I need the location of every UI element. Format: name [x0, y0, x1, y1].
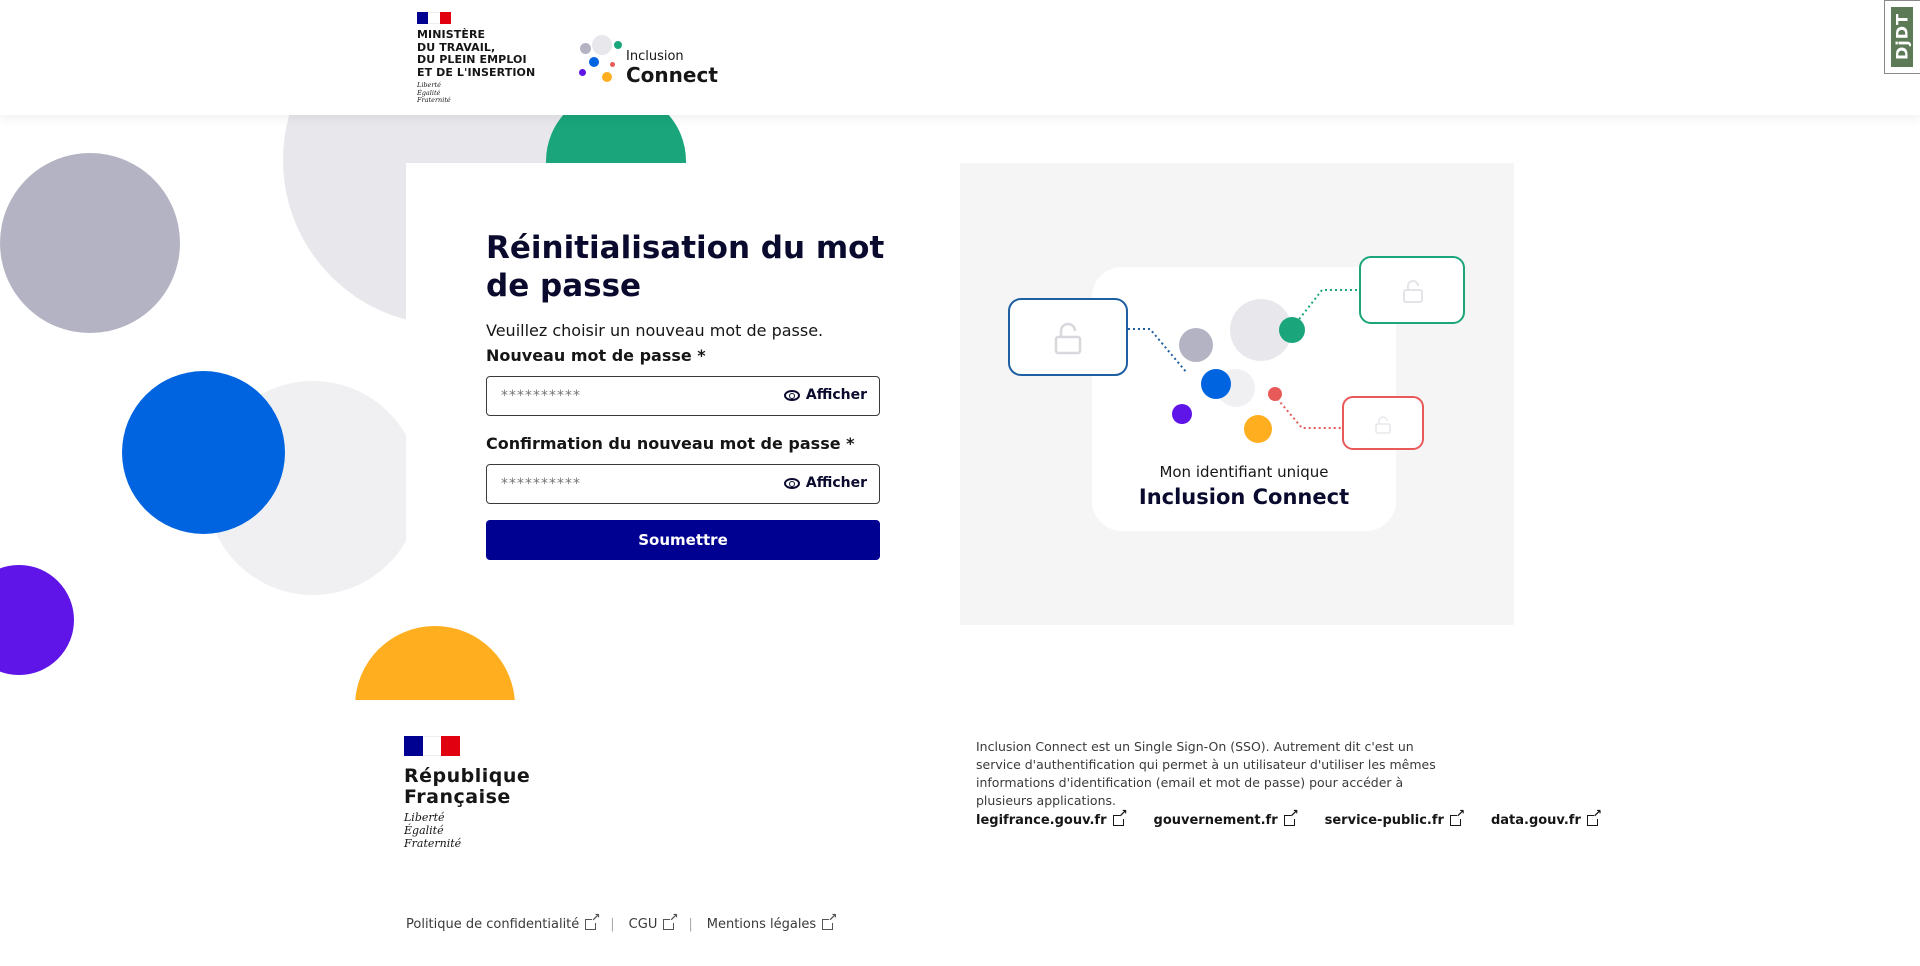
ministry-name: Ministère du travail, du plein emploi et…: [417, 28, 536, 79]
submit-button[interactable]: Soumettre: [486, 520, 880, 560]
link-legifrance[interactable]: legifrance.gouv.fr: [976, 808, 1128, 828]
link-legal-notice[interactable]: Mentions légales: [707, 912, 837, 932]
debug-toolbar-handle[interactable]: DjDT: [1884, 0, 1920, 74]
new-password-field: Afficher: [486, 376, 880, 416]
decor-circle-blue: [122, 371, 285, 534]
link-data-gouv[interactable]: data.gouv.fr: [1491, 808, 1602, 828]
separator: |: [688, 917, 693, 932]
external-link-icon: [585, 912, 600, 930]
republic-name: République Française: [404, 765, 531, 808]
footer-legal-links: Politique de confidentialité | CGU | Men…: [406, 912, 837, 932]
external-link-icon: [1112, 808, 1128, 826]
ministry-motto: Liberté Égalité Fraternité: [417, 81, 451, 104]
eye-icon: [783, 477, 800, 489]
decor-circle-purple: [0, 565, 74, 675]
footer-description: Inclusion Connect est un Single Sign-On …: [976, 739, 1436, 808]
new-password-input[interactable]: [501, 385, 771, 407]
new-password-label: Nouveau mot de passe *: [486, 346, 706, 365]
marianne-flag-icon: [404, 736, 461, 756]
ministry-logo[interactable]: Ministère du travail, du plein emploi et…: [417, 12, 537, 105]
intro-text: Veuillez choisir un nouveau mot de passe…: [486, 321, 824, 340]
external-link-icon: [663, 912, 678, 930]
logo-text-inclusion: Inclusion: [626, 49, 684, 64]
external-link-icon: [1586, 808, 1602, 826]
logo-text-connect: Connect: [626, 63, 718, 87]
decor-half-circle-green: [546, 115, 688, 163]
reset-password-card: Réinitialisation du mot de passe Veuille…: [406, 163, 936, 623]
debug-toolbar-label: DjDT: [1891, 7, 1913, 67]
republique-francaise-logo[interactable]: République Française Liberté Égalité Fra…: [404, 736, 544, 850]
confirm-password-input[interactable]: [501, 473, 771, 495]
inclusion-connect-dots-icon: [575, 32, 622, 87]
sso-network-graphic: [1008, 256, 1465, 450]
show-button-label: Afficher: [805, 475, 867, 491]
confirm-password-show-button[interactable]: Afficher: [783, 475, 867, 491]
site-header: Ministère du travail, du plein emploi et…: [0, 0, 1920, 115]
illustration-caption-title: Inclusion Connect: [1138, 485, 1350, 509]
show-button-label: Afficher: [805, 387, 867, 403]
new-password-show-button[interactable]: Afficher: [783, 387, 867, 403]
illustration-caption-subtitle: Mon identifiant unique: [1159, 463, 1329, 481]
page-title: Réinitialisation du mot de passe: [486, 230, 885, 304]
external-link-icon: [822, 912, 837, 930]
link-privacy-policy[interactable]: Politique de confidentialité: [406, 912, 600, 932]
separator: |: [610, 917, 615, 932]
link-cgu[interactable]: CGU: [629, 912, 679, 932]
french-flag-icon: [417, 12, 451, 24]
external-link-icon: [1449, 808, 1465, 826]
inclusion-connect-illustration: Mon identifiant unique Inclusion Connect: [960, 163, 1514, 625]
link-service-public[interactable]: service-public.fr: [1325, 808, 1465, 828]
decor-half-circle-orange: [355, 626, 515, 700]
confirm-password-label: Confirmation du nouveau mot de passe *: [486, 434, 855, 453]
inclusion-connect-logo[interactable]: Inclusion Connect: [575, 32, 718, 87]
decor-circle-grey: [0, 153, 180, 333]
link-gouvernement[interactable]: gouvernement.fr: [1154, 808, 1299, 828]
republic-motto: Liberté Égalité Fraternité: [404, 811, 462, 850]
footer-partner-links: legifrance.gouv.fr gouvernement.fr servi…: [976, 808, 1602, 828]
confirm-password-field: Afficher: [486, 464, 880, 504]
external-link-icon: [1283, 808, 1299, 826]
eye-icon: [783, 389, 800, 401]
